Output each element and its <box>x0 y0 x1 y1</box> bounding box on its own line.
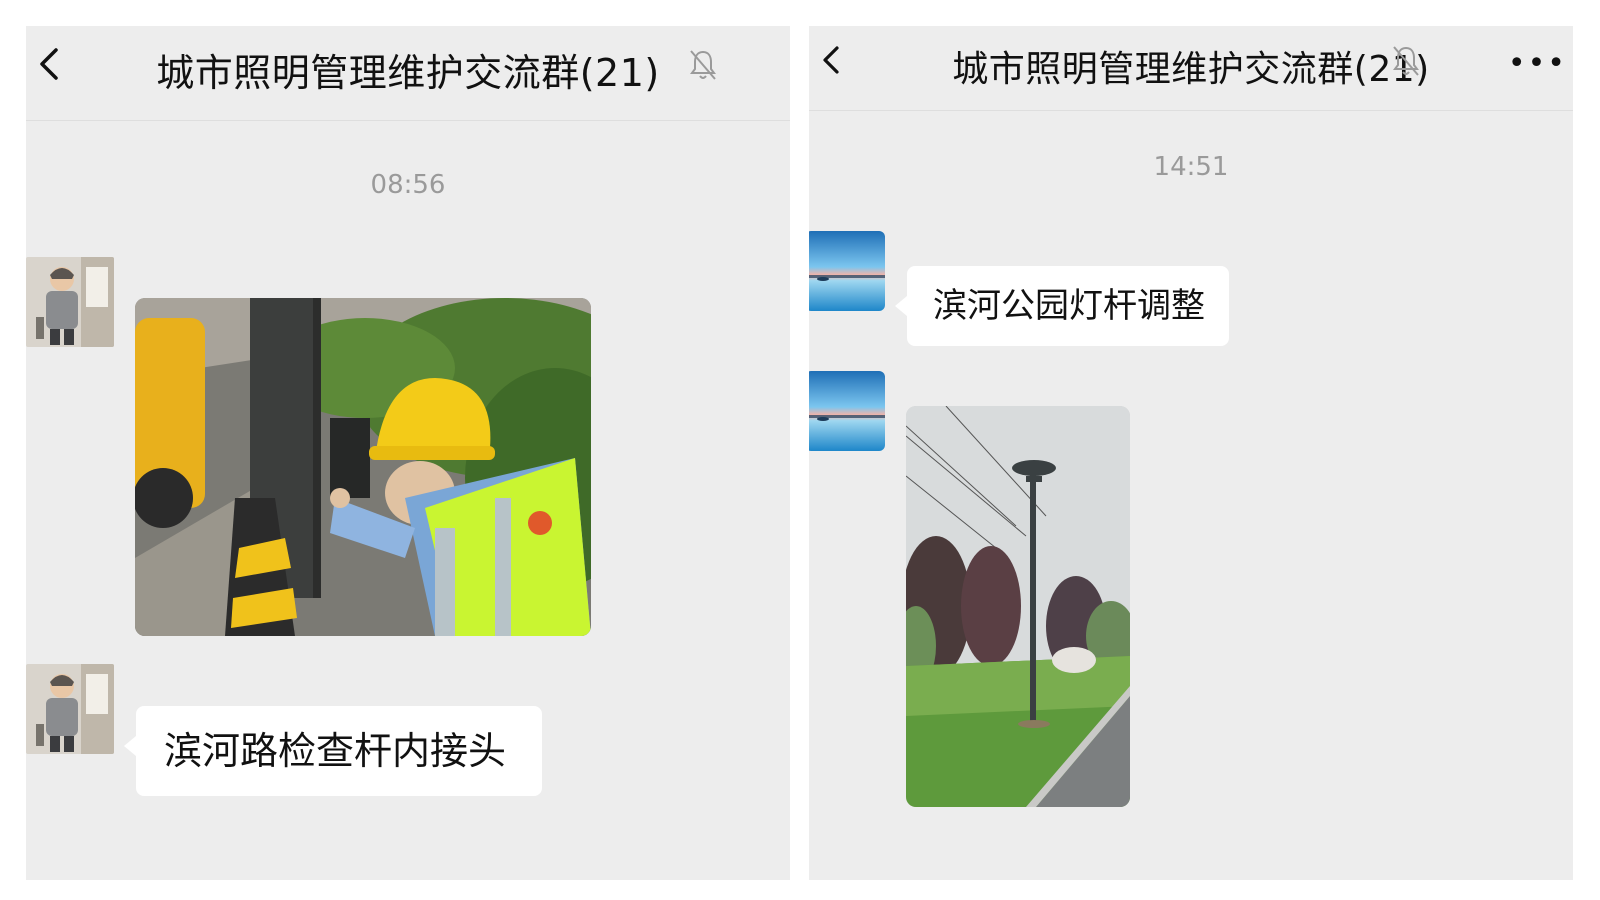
sender-avatar[interactable] <box>809 371 885 451</box>
more-options-icon[interactable]: ••• <box>1508 46 1567 81</box>
message-timestamp: 14:51 <box>1153 152 1229 182</box>
chat-header: 城市照明管理维护交流群(21) ••• <box>809 26 1573 111</box>
mute-bell-icon <box>1393 46 1419 76</box>
chat-header: 城市照明管理维护交流群(21) <box>26 26 790 121</box>
image-message-worker[interactable] <box>135 298 591 636</box>
worker-photo <box>135 298 591 636</box>
lamp-pole-photo <box>906 406 1130 807</box>
image-message-lamp-pole[interactable] <box>906 406 1130 807</box>
text-message-bubble[interactable]: 滨河路检查杆内接头 <box>124 706 542 796</box>
chat-window-right: 城市照明管理维护交流群(21) ••• 14:51 滨河公园灯杆调整 <box>809 26 1573 880</box>
sender-avatar[interactable] <box>809 231 885 311</box>
sender-avatar[interactable] <box>26 664 114 754</box>
message-timestamp: 08:56 <box>370 170 446 200</box>
group-title: 城市照明管理维护交流群(21) <box>952 49 1430 90</box>
sender-avatar[interactable] <box>26 257 114 347</box>
text-message-bubble[interactable]: 滨河公园灯杆调整 <box>895 266 1229 346</box>
chat-window-left: 城市照明管理维护交流群(21) 08:56 滨河路检查杆内接头 <box>26 26 790 880</box>
mute-bell-icon <box>690 50 716 80</box>
group-title: 城市照明管理维护交流群(21) <box>156 51 660 95</box>
